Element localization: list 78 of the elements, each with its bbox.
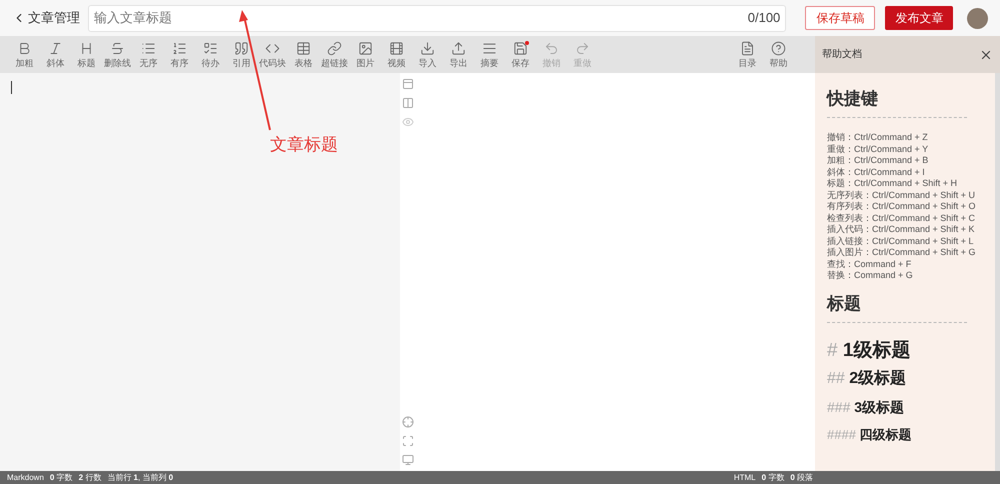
upload-icon (451, 40, 466, 56)
monitor-icon[interactable] (402, 454, 414, 466)
status-item: 0 字数 (762, 472, 784, 484)
text-cursor (11, 81, 12, 94)
status-item: 0 字数 (50, 472, 73, 484)
help-icon (771, 40, 786, 56)
toolbar-button[interactable]: 保存 (505, 38, 536, 72)
toolbar-button[interactable]: 删除线 (102, 38, 133, 72)
lines-icon (482, 40, 497, 56)
toolbar-button[interactable]: 超链接 (319, 38, 350, 72)
title-input[interactable]: 输入文章标题 (94, 8, 748, 28)
toolbar-button[interactable]: 引用 (226, 38, 257, 72)
quote-icon (234, 40, 249, 56)
columns-icon[interactable] (402, 97, 414, 109)
fullscreen-icon[interactable] (402, 435, 414, 447)
toolbar-button[interactable]: 斜体 (40, 38, 71, 72)
help-panel-title: 帮助文档 (822, 48, 862, 62)
document-icon (740, 40, 755, 56)
undo-icon (544, 40, 559, 56)
toolbar-button[interactable]: 目录 (732, 38, 763, 72)
shortcut-line: 插入图片：Ctrl/Command + Shift + G (827, 247, 977, 258)
status-item: 0 段落 (790, 472, 813, 484)
shortcut-line: 有序列表：Ctrl/Command + Shift + O (827, 201, 977, 212)
shortcut-line: 替换：Command + G (827, 270, 914, 282)
toolbar-button[interactable]: 摘要 (474, 38, 505, 72)
toolbar-button[interactable]: 表格 (288, 38, 319, 72)
table-icon (296, 40, 311, 56)
help-heading: 标题 (827, 292, 862, 314)
toolbar-button[interactable]: 视频 (381, 38, 412, 72)
toolbar-button[interactable]: 导入 (412, 38, 443, 72)
publish-button[interactable]: 发布文章 (885, 6, 954, 30)
toolbar-button[interactable]: 加粗 (9, 38, 40, 72)
shortcut-line: 查找：Command + F (827, 258, 912, 270)
status-item: HTML (734, 472, 756, 484)
eye-icon[interactable] (402, 116, 414, 128)
heading-example: #### 四级标题 (827, 426, 913, 444)
toolbar-button[interactable]: 有序 (164, 38, 195, 72)
italic-icon (48, 40, 63, 56)
shortcut-line: 撤销：Ctrl/Command + Z (827, 132, 929, 144)
download-icon (420, 40, 435, 56)
shortcut-line: 无序列表：Ctrl/Command + Shift + U (827, 190, 976, 201)
character-counter: 0/100 (748, 9, 780, 28)
shortcut-line: 标题：Ctrl/Command + Shift + H (827, 178, 958, 190)
numbered-list-icon (172, 40, 187, 56)
shortcut-line: 加粗：Ctrl/Command + B (827, 155, 930, 166)
toolbar-button[interactable]: 待办 (195, 38, 226, 72)
heading-example: # 1级标题 (827, 338, 912, 362)
back-link[interactable]: 文章管理 (12, 8, 80, 28)
shortcut-line: 插入链接：Ctrl/Command + Shift + L (827, 236, 975, 247)
video-icon (389, 40, 404, 56)
save-draft-button[interactable]: 保存草稿 (805, 6, 876, 30)
heading-example: ## 2级标题 (827, 368, 908, 388)
toolbar-button[interactable]: 代码块 (257, 38, 288, 72)
toolbar-button[interactable]: 帮助 (763, 38, 794, 72)
status-item: Markdown (7, 472, 44, 484)
shortcut-line: 检查列表：Ctrl/Command + Shift + C (827, 212, 976, 224)
help-heading: 快捷键 (827, 88, 879, 110)
crosshair-icon[interactable] (402, 416, 414, 428)
status-item: 当前行 1, 当前列 0 (107, 472, 174, 484)
status-item: 2 行数 (78, 472, 102, 484)
strikethrough-icon (110, 40, 125, 56)
save-icon (513, 40, 528, 56)
avatar[interactable] (967, 8, 988, 28)
annotation-label: 文章标题 (270, 134, 338, 156)
heading-example: ### 3级标题 (827, 398, 906, 416)
shortcut-line: 斜体：Ctrl/Command + I (827, 166, 926, 178)
panel-icon[interactable] (402, 78, 414, 90)
shortcut-line: 重做：Ctrl/Command + Y (827, 144, 930, 155)
toolbar-button[interactable]: 无序 (133, 38, 164, 72)
image-icon (358, 40, 373, 56)
redo-icon (575, 40, 590, 56)
shortcut-line: 插入代码：Ctrl/Command + Shift + K (827, 224, 976, 236)
link-icon (327, 40, 342, 56)
checklist-icon (203, 40, 218, 56)
toolbar-button[interactable]: 标题 (71, 38, 102, 72)
toolbar-button[interactable]: 导出 (443, 38, 474, 72)
title-field[interactable]: 输入文章标题 0/100 (88, 4, 786, 32)
toolbar-button[interactable]: 图片 (350, 38, 381, 72)
